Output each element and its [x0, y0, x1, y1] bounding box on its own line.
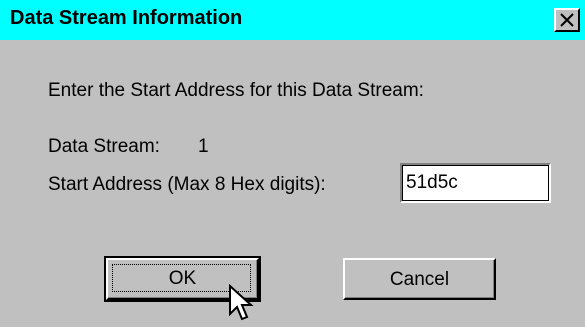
start-address-label: Start Address (Max 8 Hex digits):: [48, 174, 326, 195]
mouse-pointer-icon: [229, 284, 254, 321]
data-stream-dialog: Data Stream Information Enter the Start …: [0, 0, 585, 327]
close-button[interactable]: [554, 8, 580, 32]
data-stream-value: 1: [198, 136, 209, 157]
start-address-input[interactable]: [400, 163, 551, 203]
close-x-icon: [560, 13, 574, 27]
data-stream-label: Data Stream:: [48, 136, 160, 157]
window-title: Data Stream Information: [10, 7, 243, 29]
cancel-button-label: Cancel: [389, 269, 450, 290]
prompt-text: Enter the Start Address for this Data St…: [48, 80, 424, 101]
cancel-button[interactable]: Cancel: [343, 258, 496, 300]
title-bar[interactable]: Data Stream Information: [0, 0, 585, 40]
